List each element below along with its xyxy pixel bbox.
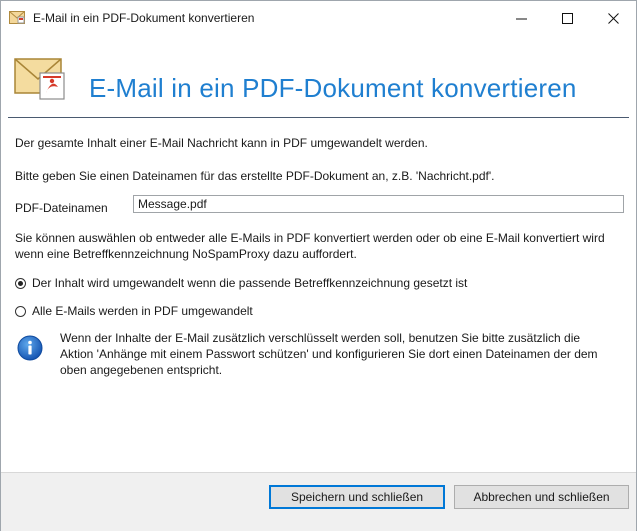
dialog-footer: Speichern und schließen Abbrechen und sc…: [1, 472, 636, 531]
filename-input[interactable]: [133, 195, 624, 213]
close-icon: [607, 12, 619, 24]
filename-hint: Bitte geben Sie einen Dateinamen für das…: [15, 169, 495, 183]
save-and-close-button[interactable]: Speichern und schließen: [269, 485, 445, 509]
dialog-header: E-Mail in ein PDF-Dokument konvertieren: [1, 35, 636, 115]
filename-label: PDF-Dateinamen: [15, 201, 108, 215]
radio-option-all-mails[interactable]: Alle E-Mails werden in PDF umgewandelt: [15, 304, 253, 318]
envelope-icon: [9, 11, 25, 24]
radio-label: Alle E-Mails werden in PDF umgewandelt: [32, 304, 253, 318]
dialog-window: E-Mail in ein PDF-Dokument konvertieren …: [0, 0, 637, 531]
info-icon: [17, 335, 43, 361]
window-title: E-Mail in ein PDF-Dokument konvertieren: [33, 11, 255, 25]
radio-selected-icon[interactable]: [15, 277, 26, 289]
maximize-icon: [561, 12, 573, 24]
minimize-icon: [515, 18, 527, 19]
title-bar[interactable]: E-Mail in ein PDF-Dokument konvertieren: [1, 1, 636, 35]
radio-unselected-icon[interactable]: [15, 305, 26, 317]
intro-text: Der gesamte Inhalt einer E-Mail Nachrich…: [15, 136, 428, 150]
header-divider: [8, 117, 629, 118]
close-button[interactable]: [590, 1, 636, 35]
maximize-button[interactable]: [544, 1, 590, 35]
radio-label: Der Inhalt wird umgewandelt wenn die pas…: [32, 276, 468, 290]
minimize-button[interactable]: [498, 1, 544, 35]
page-title: E-Mail in ein PDF-Dokument konvertieren: [89, 73, 577, 103]
info-message: Wenn der Inhalte der E-Mail zusätzlich v…: [60, 331, 598, 377]
mode-description: Sie können auswählen ob entweder alle E-…: [15, 231, 605, 261]
envelope-pdf-icon: [14, 58, 65, 100]
cancel-and-close-button[interactable]: Abbrechen und schließen: [454, 485, 629, 509]
radio-option-subject-tag[interactable]: Der Inhalt wird umgewandelt wenn die pas…: [15, 276, 467, 290]
